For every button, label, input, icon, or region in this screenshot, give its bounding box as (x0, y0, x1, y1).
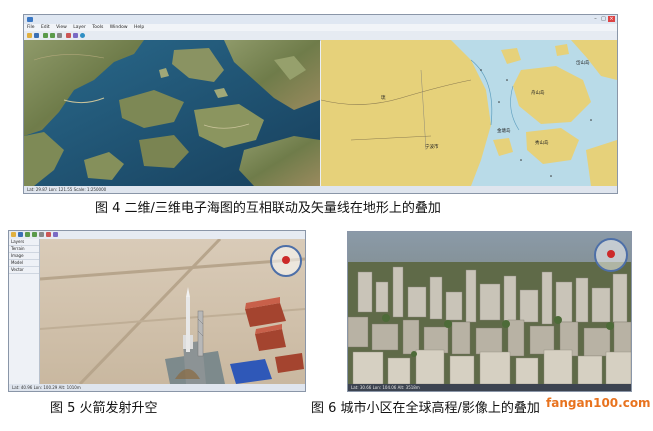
measure-icon[interactable] (66, 33, 71, 38)
app-icon (27, 17, 33, 22)
pan-icon[interactable] (39, 232, 44, 237)
save-icon[interactable] (18, 232, 23, 237)
maximize-button[interactable]: □ (600, 16, 607, 22)
menu-file[interactable]: File (27, 25, 35, 30)
pan-icon[interactable] (57, 33, 62, 38)
figure5-window: Layers Terrain Image Model Vector Lat: 4… (8, 230, 306, 392)
figure5-statusbar: Lat: 40.96 Lon: 100.29 Alt: 1010m (9, 384, 305, 391)
close-button[interactable]: × (608, 16, 615, 22)
status-text: Lat: 40.96 Lon: 100.29 Alt: 1010m (12, 385, 81, 390)
menu-help[interactable]: Help (134, 25, 144, 30)
zoom-in-icon[interactable] (25, 232, 30, 237)
figure4-menubar: File Edit View Layer Tools Window Help (24, 24, 617, 31)
figure6-caption-main: 图 6 城市小区在全球高程/影像上的 (311, 401, 514, 416)
figure6-caption: 图 6 城市小区在全球高程/影像上的叠加 (311, 397, 540, 416)
watermark: fangan100.com (546, 396, 651, 410)
figure6-caption-tail: 叠加 (513, 401, 540, 416)
figure4-statusbar: Lat: 29.87 Lon: 121.55 Scale: 1:250000 (24, 186, 617, 193)
map-label-island-b: 岱山岛 (576, 61, 590, 66)
compass-needle-icon (282, 256, 290, 264)
menu-tools[interactable]: Tools (92, 25, 103, 30)
panel-item-image[interactable]: Image (9, 253, 39, 260)
panel-item-layers[interactable]: Layers (9, 239, 39, 246)
globe-icon[interactable] (80, 33, 85, 38)
menu-edit[interactable]: Edit (41, 25, 50, 30)
map-label-city: 宁波市 (425, 145, 439, 150)
layers-icon[interactable] (53, 232, 58, 237)
menu-window[interactable]: Window (110, 25, 128, 30)
compass-needle-icon (607, 250, 615, 258)
satellite-imagery (24, 40, 320, 186)
3d-city-view[interactable] (348, 232, 631, 384)
map-label-island-a: 舟山岛 (531, 91, 545, 96)
compass-widget[interactable] (594, 238, 628, 272)
figure5-caption: 图 5 火箭发射升空 (50, 401, 158, 416)
zoom-out-icon[interactable] (32, 232, 37, 237)
status-text: Lat: 29.87 Lon: 121.55 Scale: 1:250000 (27, 187, 107, 192)
map-label-island-d: 金塘岛 (497, 129, 511, 134)
menu-view[interactable]: View (56, 25, 67, 30)
city-scene (348, 232, 631, 384)
figure6-statusbar: Lat: 30.66 Lon: 104.06 Alt: 3518m (348, 384, 631, 391)
3d-launch-view[interactable] (40, 239, 305, 384)
map-label-island-c: 秀山岛 (535, 141, 549, 146)
figure6-window: Lat: 30.66 Lon: 104.06 Alt: 3518m (347, 231, 632, 392)
rotate-icon[interactable] (46, 232, 51, 237)
panel-item-model[interactable]: Model (9, 260, 39, 267)
open-icon[interactable] (11, 232, 16, 237)
3d-globe-view[interactable] (24, 40, 320, 186)
figure4-window: – □ × File Edit View Layer Tools Window … (23, 14, 618, 194)
compass-widget[interactable] (270, 245, 302, 277)
menu-layer[interactable]: Layer (73, 25, 86, 30)
panel-item-vector[interactable]: Vector (9, 267, 39, 274)
figure4-caption: 图 4 二维/三维电子海图的互相联动及矢量线在地形上的叠加 (95, 201, 441, 216)
map-label-river: 琉 (381, 96, 386, 101)
zoom-out-icon[interactable] (50, 33, 55, 38)
minimize-button[interactable]: – (592, 16, 599, 22)
side-panel: Layers Terrain Image Model Vector (9, 239, 40, 384)
launch-site-scene (40, 239, 305, 384)
zoom-in-icon[interactable] (43, 33, 48, 38)
figure4-titlebar (24, 15, 617, 24)
status-text: Lat: 30.66 Lon: 104.06 Alt: 3518m (351, 385, 420, 390)
nautical-chart (321, 40, 617, 186)
layers-icon[interactable] (73, 33, 78, 38)
save-icon[interactable] (34, 33, 39, 38)
panel-item-terrain[interactable]: Terrain (9, 246, 39, 253)
open-icon[interactable] (27, 33, 32, 38)
2d-chart-view[interactable]: 琉 宁波市 舟山岛 岱山岛 秀山岛 金塘岛 (321, 40, 617, 186)
